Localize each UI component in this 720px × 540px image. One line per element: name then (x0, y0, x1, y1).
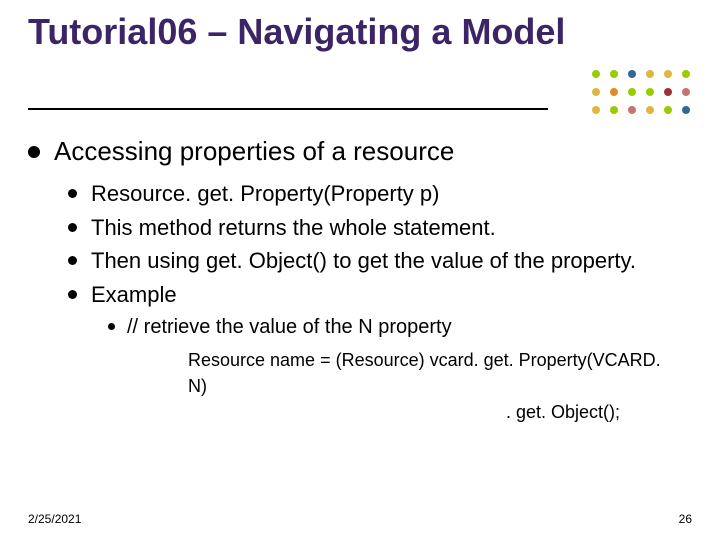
code-line: . get. Object(); (188, 399, 680, 425)
bullet-level2: Then using get. Object() to get the valu… (68, 246, 680, 276)
footer-page-number: 26 (679, 512, 692, 526)
bullet-level1: Accessing properties of a resource (28, 136, 680, 167)
decorative-dots (586, 66, 696, 126)
slide-title: Tutorial06 – Navigating a Model (28, 10, 600, 53)
bullet-level3: // retrieve the value of the N property (108, 314, 680, 341)
bullet-icon (68, 223, 77, 232)
slide-body: Accessing properties of a resource Resou… (28, 136, 680, 425)
bullet-icon (28, 146, 40, 158)
bullet-level2: This method returns the whole statement. (68, 213, 680, 243)
code-example: Resource name = (Resource) vcard. get. P… (188, 347, 680, 425)
bullet-text: Resource. get. Property(Property p) (91, 179, 680, 209)
bullet-icon (68, 290, 77, 299)
bullet-text: This method returns the whole statement. (91, 213, 680, 243)
footer-date: 2/25/2021 (28, 512, 81, 526)
bullet-icon (68, 256, 77, 265)
slide: Tutorial06 – Navigating a Model (0, 0, 720, 540)
bullet-level2: Resource. get. Property(Property p) (68, 179, 680, 209)
bullet-icon (68, 189, 77, 198)
title-underline (28, 108, 548, 110)
bullet-level2: Example (68, 280, 680, 310)
bullet-text: Then using get. Object() to get the valu… (91, 246, 680, 276)
bullet-text: Accessing properties of a resource (54, 136, 680, 167)
bullet-icon (108, 323, 115, 330)
bullet-level2-group: Resource. get. Property(Property p) This… (68, 179, 680, 425)
bullet-text: // retrieve the value of the N property (127, 314, 680, 341)
code-line: Resource name = (Resource) vcard. get. P… (188, 347, 680, 399)
bullet-text: Example (91, 280, 680, 310)
bullet-level3-group: // retrieve the value of the N property … (108, 314, 680, 425)
